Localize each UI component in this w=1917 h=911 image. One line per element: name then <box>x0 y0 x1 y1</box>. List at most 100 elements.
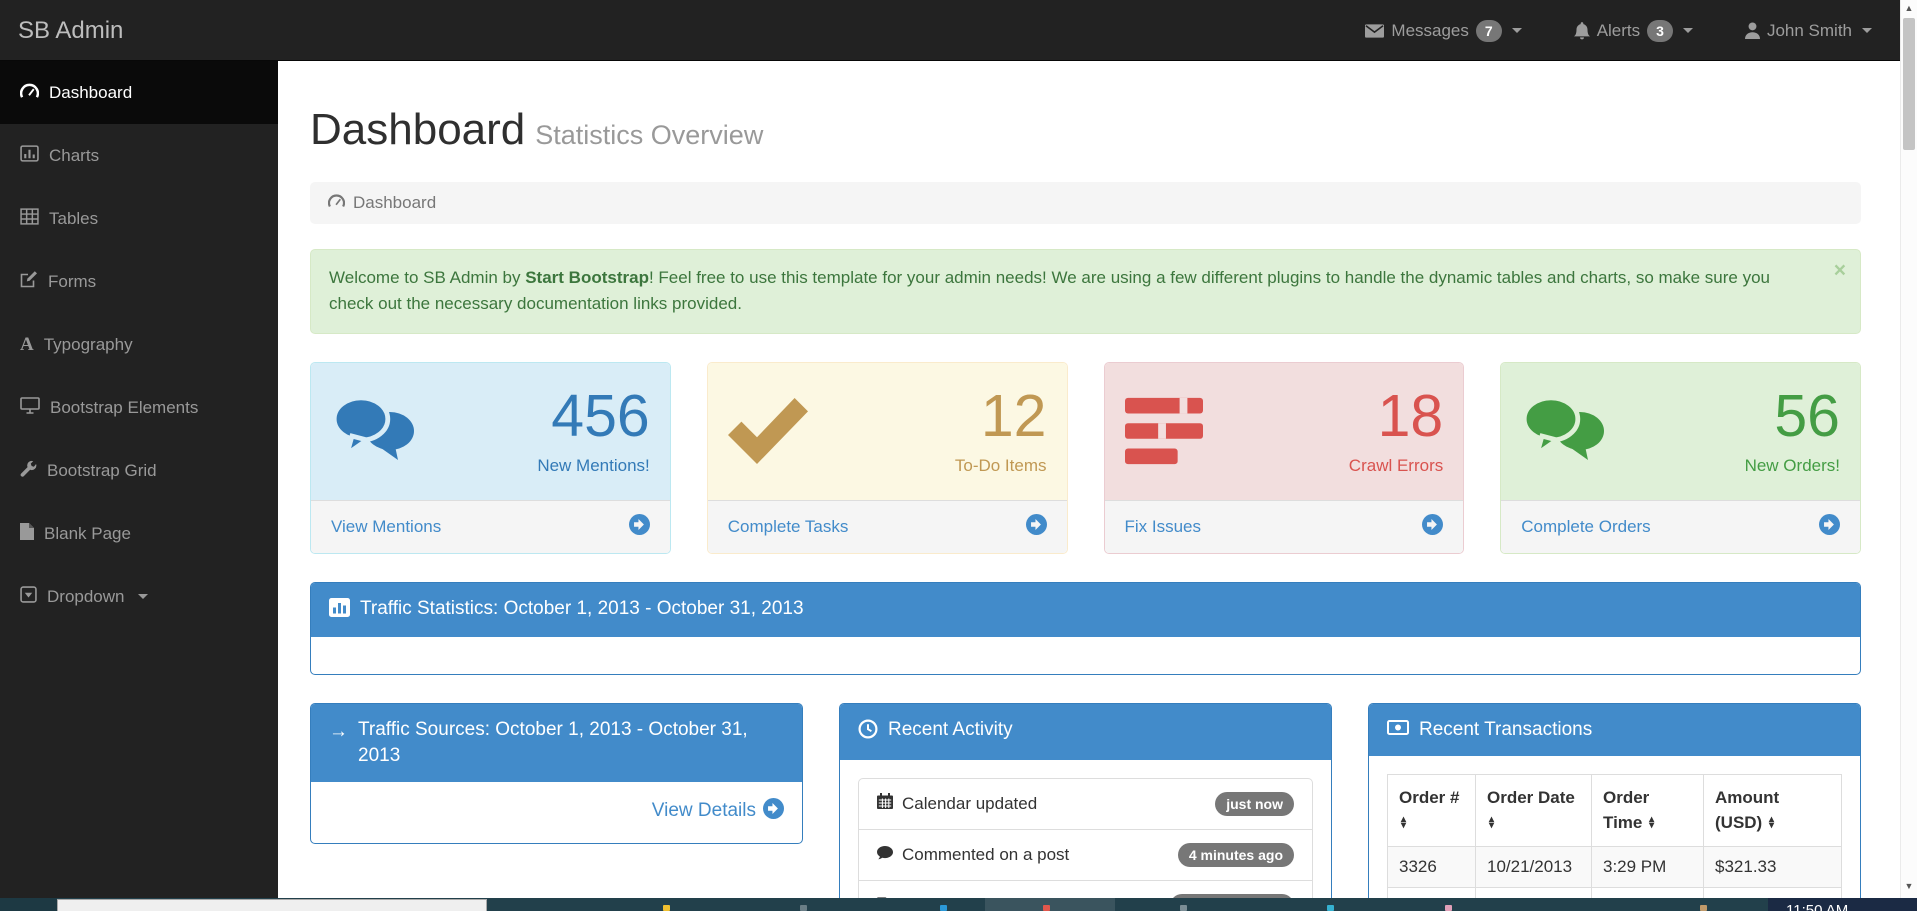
stat-panel-footer[interactable]: Complete Tasks <box>708 500 1067 553</box>
app-brand[interactable]: SB Admin <box>18 0 123 61</box>
welcome-alert: × Welcome to SB Admin by Start Bootstrap… <box>310 249 1861 334</box>
stat-value: 456 <box>537 387 649 446</box>
arrow-circle-right-icon <box>1026 514 1047 540</box>
start-button-area[interactable] <box>0 898 57 911</box>
cell-order: 3326 <box>1388 846 1476 887</box>
sidebar-nav: Dashboard Charts Tables Forms A Typograp… <box>0 61 278 898</box>
stat-value-block: 56 New Orders! <box>1745 387 1840 476</box>
desktop-icon <box>20 397 40 419</box>
user-dropdown[interactable]: John Smith <box>1745 21 1872 41</box>
arrow-circle-right-icon <box>763 798 784 825</box>
scrollbar-thumb[interactable] <box>1903 18 1915 150</box>
sidebar-item-charts[interactable]: Charts <box>0 124 278 187</box>
stat-panel-todo: 12 To-Do Items Complete Tasks <box>707 362 1068 554</box>
traffic-sources-header: → Traffic Sources: October 1, 2013 - Oct… <box>311 704 802 781</box>
taskbar-search-box[interactable] <box>57 899 487 911</box>
column-header-order[interactable]: Order # <box>1388 774 1476 846</box>
arrow-circle-right-icon <box>1819 514 1840 540</box>
comments-icon <box>331 394 419 468</box>
messages-label: Messages <box>1391 21 1468 41</box>
check-icon <box>728 395 808 467</box>
panel-title: Traffic Statistics: October 1, 2013 - Oc… <box>360 596 804 622</box>
stat-panel-header: 18 Crawl Errors <box>1105 363 1464 500</box>
alerts-dropdown[interactable]: Alerts 3 <box>1574 20 1693 42</box>
os-taskbar[interactable]: 11:50 AM <box>0 898 1917 911</box>
stat-action-link[interactable]: Complete Tasks <box>728 517 849 537</box>
table-row: 3326 10/21/2013 3:29 PM $321.33 <box>1388 846 1842 887</box>
stat-value: 18 <box>1349 387 1443 446</box>
sidebar-item-bootstrap-elements[interactable]: Bootstrap Elements <box>0 376 278 439</box>
stat-panel-footer[interactable]: View Mentions <box>311 500 670 553</box>
table-icon <box>20 208 39 230</box>
sidebar-item-tables[interactable]: Tables <box>0 187 278 250</box>
sidebar-item-label: Dashboard <box>49 83 132 103</box>
taskbar-app-icon[interactable] <box>940 905 947 911</box>
taskbar-app-icon[interactable] <box>1043 905 1050 911</box>
column-header-amount[interactable]: Amount (USD) <box>1704 774 1842 846</box>
column-header-order-date[interactable]: Order Date <box>1476 774 1592 846</box>
bar-chart-icon <box>329 596 350 625</box>
taskbar-clock: 11:50 AM <box>1786 902 1848 911</box>
page-title: DashboardStatistics Overview <box>310 105 1861 155</box>
main-content: DashboardStatistics Overview Dashboard ×… <box>278 61 1900 911</box>
taskbar-active-app[interactable] <box>985 898 1115 911</box>
sort-icon[interactable] <box>1489 817 1494 829</box>
scroll-down-arrow-icon[interactable]: ▼ <box>1901 878 1917 894</box>
tasks-icon <box>1125 397 1203 465</box>
recent-activity-panel: Recent Activity Calendar updated just no… <box>839 703 1332 911</box>
stat-panel-footer[interactable]: Fix Issues <box>1105 500 1464 553</box>
view-details-link[interactable]: View Details <box>652 798 784 825</box>
messages-dropdown[interactable]: Messages 7 <box>1365 20 1521 42</box>
sidebar-item-dashboard[interactable]: Dashboard <box>0 61 278 124</box>
panel-title: Traffic Sources: October 1, 2013 - Octob… <box>358 717 784 768</box>
activity-time-badge: just now <box>1215 792 1294 816</box>
stat-action-link[interactable]: Fix Issues <box>1125 517 1202 537</box>
sidebar-item-dropdown[interactable]: Dropdown <box>0 565 278 628</box>
chevron-down-icon <box>1683 28 1693 33</box>
close-icon[interactable]: × <box>1834 260 1846 281</box>
taskbar-app-icon[interactable] <box>1445 905 1452 911</box>
cell-date: 10/21/2013 <box>1476 846 1592 887</box>
bar-chart-icon <box>20 145 39 167</box>
sidebar-item-label: Bootstrap Grid <box>47 461 157 481</box>
stat-action-link[interactable]: Complete Orders <box>1521 517 1650 537</box>
column-header-order-time[interactable]: Order Time <box>1592 774 1704 846</box>
stat-action-link[interactable]: View Mentions <box>331 517 441 537</box>
page-subtitle: Statistics Overview <box>535 120 763 150</box>
sort-icon[interactable] <box>1401 817 1406 829</box>
sidebar-item-label: Blank Page <box>44 524 131 544</box>
vertical-scrollbar[interactable]: ▲ ▼ <box>1900 0 1917 898</box>
taskbar-app-icon[interactable] <box>800 905 807 911</box>
envelope-icon <box>1365 24 1384 38</box>
panel-title: Recent Transactions <box>1419 717 1592 743</box>
long-arrow-right-icon: → <box>329 719 348 745</box>
taskbar-app-icon[interactable] <box>1700 905 1707 911</box>
taskbar-app-icon[interactable] <box>663 905 670 911</box>
bell-icon <box>1574 22 1590 40</box>
alert-text: Welcome to SB Admin by <box>329 268 525 287</box>
sidebar-item-forms[interactable]: Forms <box>0 250 278 313</box>
list-item[interactable]: Calendar updated just now <box>859 779 1312 829</box>
alerts-label: Alerts <box>1597 21 1640 41</box>
sidebar-item-typography[interactable]: A Typography <box>0 313 278 376</box>
edit-icon <box>20 270 38 293</box>
stat-label: Crawl Errors <box>1349 456 1443 476</box>
list-item[interactable]: Commented on a post 4 minutes ago <box>859 829 1312 880</box>
sidebar-item-blank-page[interactable]: Blank Page <box>0 502 278 565</box>
stat-panel-footer[interactable]: Complete Orders <box>1501 500 1860 553</box>
comments-icon <box>1521 394 1609 468</box>
arrow-circle-right-icon <box>629 514 650 540</box>
taskbar-app-icon[interactable] <box>1327 905 1334 911</box>
recent-transactions-body: Order # Order Date Order Time Amount (US… <box>1369 756 1860 911</box>
sort-icon[interactable] <box>1769 817 1774 829</box>
recent-transactions-header: Recent Transactions <box>1369 704 1860 756</box>
money-icon <box>1387 717 1409 743</box>
sort-icon[interactable] <box>1649 817 1654 829</box>
caret-square-down-icon <box>20 586 37 608</box>
taskbar-app-icon[interactable] <box>1180 905 1187 911</box>
activity-label: Commented on a post <box>902 845 1069 865</box>
panel-title: Recent Activity <box>888 717 1013 743</box>
sidebar-item-bootstrap-grid[interactable]: Bootstrap Grid <box>0 439 278 502</box>
recent-activity-header: Recent Activity <box>840 704 1331 760</box>
scroll-up-arrow-icon[interactable]: ▲ <box>1901 0 1917 16</box>
